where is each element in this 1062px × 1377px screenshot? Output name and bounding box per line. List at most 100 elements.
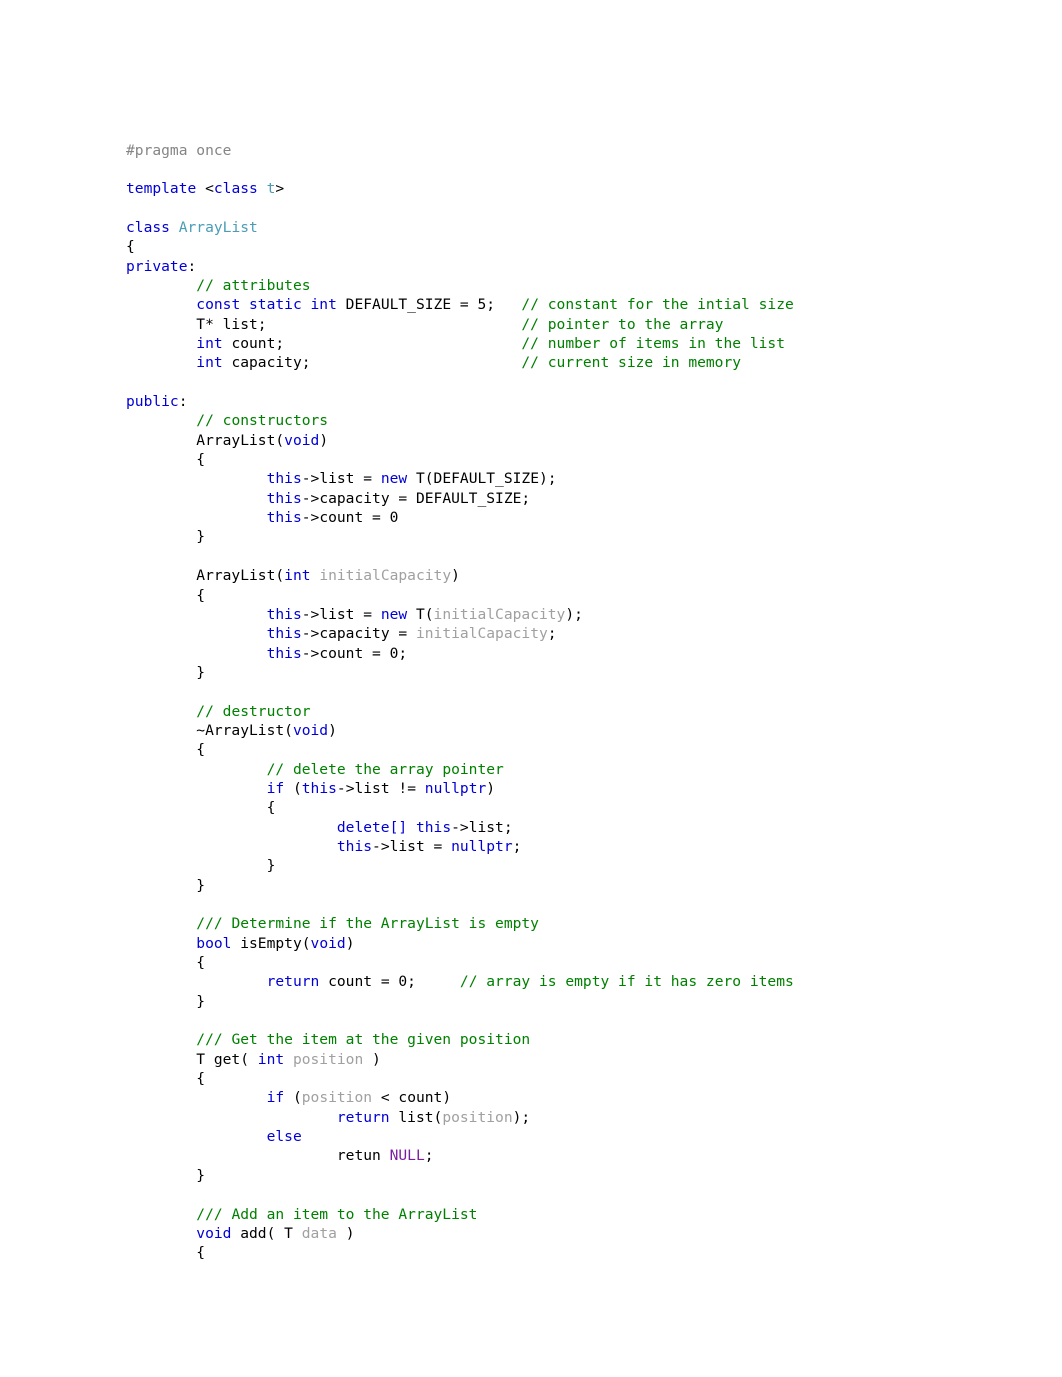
keyword-public: public: [126, 393, 179, 411]
ctor-capacity-signature: ArrayList(: [126, 567, 285, 585]
keyword-private: private: [126, 257, 188, 275]
comment-constructors: // constructors: [196, 412, 329, 430]
keyword-nullptr: nullptr: [451, 837, 513, 855]
brace-close: }: [126, 528, 206, 546]
dtor-signature: ~ArrayList(: [126, 721, 293, 739]
class-name-arraylist: ArrayList: [178, 218, 258, 236]
code-line: ~ArrayList(void): [126, 721, 337, 739]
brace-open: {: [126, 799, 276, 817]
comment-delete-pointer: // delete the array pointer: [266, 760, 504, 778]
page-canvas: #pragma once template <class t> class Ar…: [0, 0, 1062, 1377]
keyword-class: class: [213, 180, 258, 198]
parameter-data: data: [301, 1224, 337, 1242]
brace-close: }: [126, 1166, 206, 1184]
comment-add-doc: /// Add an item to the ArrayList: [196, 1205, 478, 1223]
code-line: /// Determine if the ArrayList is empty: [126, 914, 1026, 933]
code-line: this->list = new T(DEFAULT_SIZE);: [266, 470, 557, 488]
parameter-position: position: [292, 1050, 364, 1068]
code-line: {: [126, 450, 1026, 469]
code-line: // constructors: [126, 411, 1026, 430]
brace-open: {: [126, 741, 206, 759]
code-line: public:: [126, 393, 188, 411]
method-isempty-signature: isEmpty(: [231, 934, 311, 952]
code-listing: #pragma once template <class t> class Ar…: [126, 141, 1026, 1263]
code-line: {: [126, 237, 1026, 256]
code-line: /// Get the item at the given position: [126, 1030, 1026, 1049]
code-line: int count; // number of items in the lis…: [196, 335, 785, 353]
code-line: class ArrayList: [126, 218, 1026, 237]
code-line: return count = 0; // array is empty if i…: [266, 973, 794, 991]
brace-open: {: [126, 1070, 206, 1088]
brace-open: {: [126, 954, 206, 972]
code-line: T* list; // pointer to the array: [126, 315, 1026, 334]
keyword-template: template: [126, 180, 197, 198]
keyword-class: class: [126, 218, 170, 236]
comment-isempty-doc: /// Determine if the ArrayList is empty: [196, 915, 539, 933]
code-line: T get( int position ): [126, 1050, 381, 1068]
code-line: bool isEmpty(void): [196, 934, 355, 952]
comment-destructor: // destructor: [196, 702, 311, 720]
code-line: {: [126, 740, 1026, 759]
code-line: private:: [126, 257, 197, 275]
code-line: if (position < count): [266, 1089, 452, 1107]
code-line: return list(position);: [336, 1108, 531, 1126]
comment-get-doc: /// Get the item at the given position: [196, 1031, 531, 1049]
code-line: this->count = 0;: [266, 644, 408, 662]
brace-close: }: [126, 663, 206, 681]
macro-null: NULL: [389, 1147, 425, 1165]
code-line: {: [126, 586, 1026, 605]
code-line: ArrayList(void): [126, 431, 329, 449]
code-line: #pragma once: [126, 141, 1026, 160]
code-line: {: [126, 1243, 1026, 1262]
code-line: }: [126, 527, 1026, 546]
code-line: void add( T data ): [196, 1224, 355, 1242]
code-line: ArrayList(int initialCapacity): [126, 567, 460, 585]
code-line: template <class t>: [126, 180, 285, 198]
code-line: retun NULL;: [126, 1147, 434, 1165]
member-count: count;: [222, 335, 522, 353]
keyword-delete-array: delete[]: [336, 818, 408, 836]
ctor-default-signature: ArrayList(: [126, 431, 285, 449]
code-line: {: [126, 1069, 1026, 1088]
member-list: T* list;: [126, 315, 522, 333]
code-line: this->count = 0: [266, 509, 399, 527]
brace-open: {: [126, 586, 206, 604]
brace-open: {: [126, 238, 135, 256]
brace-open: {: [126, 451, 206, 469]
code-line: {: [126, 953, 1026, 972]
code-line: }: [126, 992, 1026, 1011]
code-line: if (this->list != nullptr): [266, 779, 496, 797]
brace-close: }: [126, 857, 276, 875]
code-line: int capacity; // current size in memory: [196, 354, 742, 372]
brace-close: }: [126, 992, 206, 1010]
code-line: }: [126, 663, 1026, 682]
code-line: this->capacity = initialCapacity;: [266, 625, 557, 643]
code-line: this->list = nullptr;: [336, 837, 522, 855]
comment-default-size: // constant for the intial size: [521, 296, 794, 314]
code-line: }: [126, 876, 1026, 895]
comment-count: // number of items in the list: [521, 335, 785, 353]
comment-attributes: // attributes: [196, 277, 311, 294]
code-line: delete[] this->list;: [336, 818, 513, 836]
code-line: const static int DEFAULT_SIZE = 5; // co…: [196, 296, 794, 314]
code-line: }: [126, 1166, 1026, 1185]
comment-list: // pointer to the array: [521, 315, 724, 333]
code-line: // delete the array pointer: [126, 760, 1026, 779]
code-line: }: [126, 856, 1026, 875]
code-line: /// Add an item to the ArrayList: [126, 1205, 1026, 1224]
code-line: // attributes: [126, 276, 1026, 295]
code-line: this->list = new T(initialCapacity);: [266, 605, 583, 623]
code-line: else: [126, 1127, 1026, 1146]
code-line: {: [126, 798, 1026, 817]
method-get-signature: T get(: [126, 1050, 258, 1068]
code-line: this->capacity = DEFAULT_SIZE;: [266, 489, 531, 507]
parameter-initialcapacity: initialCapacity: [319, 567, 452, 585]
member-capacity: capacity;: [222, 354, 522, 372]
